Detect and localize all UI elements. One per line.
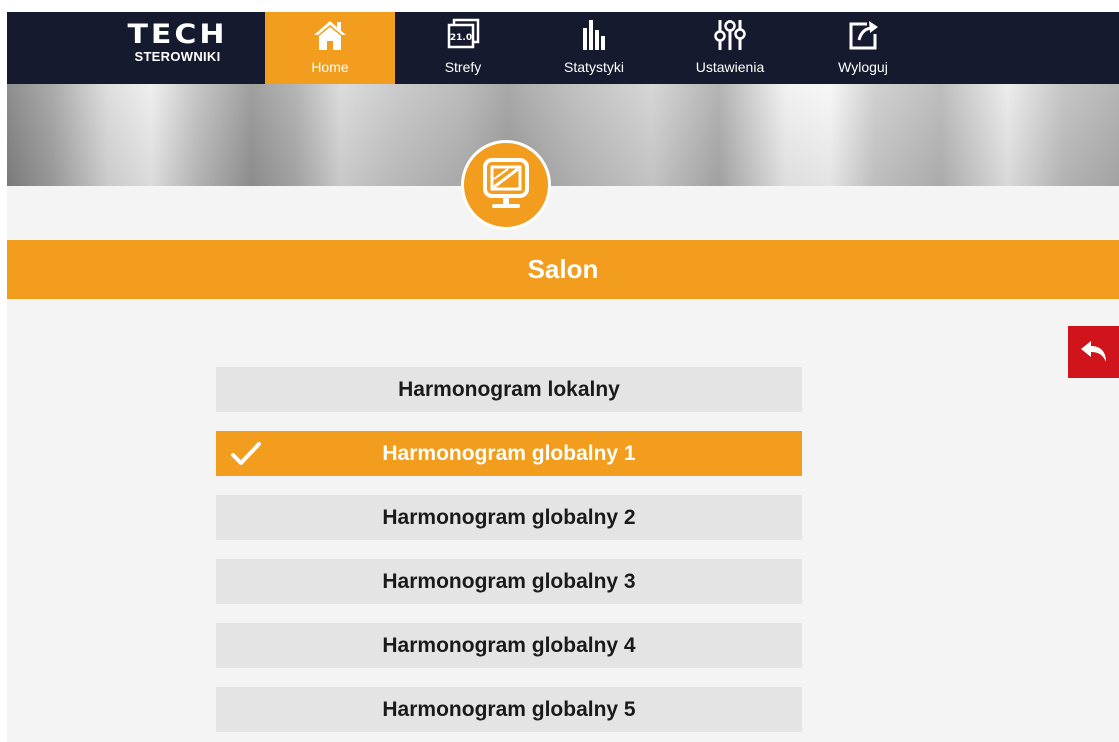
nav-zones[interactable]: 21.0 Strefy: [398, 12, 528, 84]
schedule-option-label: Harmonogram globalny 4: [382, 634, 636, 657]
nav-zones-label: Strefy: [444, 59, 482, 75]
home-icon: [314, 21, 346, 50]
schedule-option-label: Harmonogram globalny 2: [382, 506, 636, 529]
schedule-option[interactable]: Harmonogram globalny 4: [216, 623, 802, 668]
schedule-option-selected[interactable]: Harmonogram globalny 1: [216, 431, 802, 476]
schedule-option[interactable]: Harmonogram globalny 3: [216, 559, 802, 604]
app-frame: TECH STEROWNIKI Home 21.0 Strefy Statyst…: [7, 12, 1119, 742]
logout-arrow-icon: [849, 21, 878, 50]
nav-statistics[interactable]: Statystyki: [529, 12, 659, 84]
zones-thermostat-icon: 21.0: [447, 18, 480, 49]
schedule-option[interactable]: Harmonogram globalny 2: [216, 495, 802, 540]
nav-logout[interactable]: Wyloguj: [798, 12, 928, 84]
nav-settings-label: Ustawienia: [695, 59, 765, 75]
header-banner-image: [7, 84, 1119, 186]
back-arrow-icon: [1081, 341, 1106, 362]
nav-statistics-label: Statystyki: [564, 59, 624, 75]
logo-subtitle: STEROWNIKI: [134, 49, 221, 64]
schedule-option[interactable]: Harmonogram globalny 5: [216, 687, 802, 732]
schedule-option-label: Harmonogram globalny 3: [382, 570, 636, 593]
nav-logout-label: Wyloguj: [838, 59, 888, 75]
nav-home[interactable]: Home: [265, 12, 395, 84]
tech-logo[interactable]: TECH STEROWNIKI: [115, 21, 240, 71]
schedule-option-label: Harmonogram lokalny: [398, 378, 620, 401]
schedule-option-label: Harmonogram globalny 5: [382, 698, 636, 721]
screen-monitor-icon: [483, 158, 529, 208]
zone-title: Salon: [7, 240, 1119, 299]
schedule-option-label: Harmonogram globalny 1: [382, 442, 636, 465]
zone-icon-badge: [461, 140, 551, 230]
schedule-option[interactable]: Harmonogram lokalny: [216, 367, 802, 412]
nav-home-label: Home: [311, 59, 349, 75]
logo-mark: TECH: [127, 18, 228, 51]
checkmark-icon: [231, 442, 261, 465]
zones-icon-badge: 21.0: [450, 33, 472, 43]
nav-settings[interactable]: Ustawienia: [665, 12, 795, 84]
settings-sliders-icon: [714, 20, 746, 50]
back-button[interactable]: [1068, 326, 1119, 378]
statistics-bars-icon: [583, 20, 605, 50]
top-navbar: TECH STEROWNIKI Home 21.0 Strefy Statyst…: [7, 12, 1119, 84]
